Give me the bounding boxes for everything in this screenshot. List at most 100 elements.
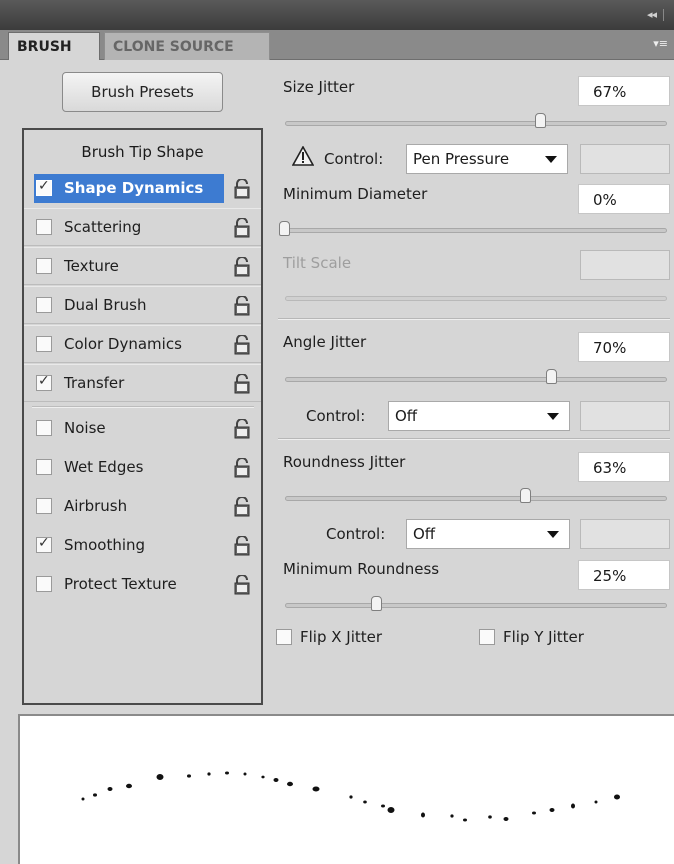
minimum-diameter-slider-thumb[interactable] xyxy=(279,221,290,236)
angle-jitter-value[interactable]: 70% xyxy=(578,332,670,362)
lock-icon[interactable] xyxy=(233,418,251,439)
lock-icon[interactable] xyxy=(233,256,251,277)
lock-icon[interactable] xyxy=(233,217,251,238)
option-texture[interactable]: Texture xyxy=(24,247,261,285)
option-wet-edges[interactable]: Wet Edges xyxy=(24,449,261,487)
tab-bar: BRUSH CLONE SOURCE ▾≡ xyxy=(0,30,674,60)
brush-stroke-preview xyxy=(18,714,674,864)
section-divider xyxy=(278,318,670,320)
option-label: Scattering xyxy=(64,218,142,236)
option-label: Shape Dynamics xyxy=(64,179,204,197)
option-airbrush[interactable]: Airbrush xyxy=(24,488,261,526)
option-protect-texture[interactable]: Protect Texture xyxy=(24,566,261,604)
noise-checkbox[interactable] xyxy=(36,420,52,436)
option-color-dynamics[interactable]: Color Dynamics xyxy=(24,325,261,363)
warning-icon xyxy=(291,145,315,166)
size-control-label: Control: xyxy=(324,150,384,168)
minimum-diameter-label: Minimum Diameter xyxy=(283,185,428,203)
roundness-control-label: Control: xyxy=(326,525,386,543)
angle-control-extra-field xyxy=(580,401,670,431)
size-jitter-label: Size Jitter xyxy=(283,78,355,96)
wet-edges-checkbox[interactable] xyxy=(36,459,52,475)
flip-y-jitter-checkbox[interactable] xyxy=(479,629,495,645)
flip-x-jitter-checkbox[interactable] xyxy=(276,629,292,645)
texture-checkbox[interactable] xyxy=(36,258,52,274)
angle-jitter-slider[interactable] xyxy=(285,377,667,382)
option-label: Wet Edges xyxy=(64,458,144,476)
tab-clone-source[interactable]: CLONE SOURCE xyxy=(104,32,270,60)
angle-jitter-slider-thumb[interactable] xyxy=(546,369,557,384)
roundness-jitter-label: Roundness Jitter xyxy=(283,453,406,471)
roundness-control-extra-field xyxy=(580,519,670,549)
minimum-roundness-label: Minimum Roundness xyxy=(283,560,440,578)
option-label: Color Dynamics xyxy=(64,335,182,353)
lock-icon[interactable] xyxy=(233,535,251,556)
option-dual-brush[interactable]: Dual Brush xyxy=(24,286,261,324)
option-label: Texture xyxy=(64,257,119,275)
panel-titlebar: ◂◂ xyxy=(0,0,674,30)
tilt-scale-label: Tilt Scale xyxy=(283,254,352,272)
angle-jitter-label: Angle Jitter xyxy=(283,333,367,351)
transfer-checkbox[interactable]: ✓ xyxy=(36,373,52,391)
lock-icon[interactable] xyxy=(233,574,251,595)
lock-icon[interactable] xyxy=(233,373,251,394)
option-label: Noise xyxy=(64,419,106,437)
panel-menu-icon[interactable]: ▾≡ xyxy=(653,37,668,50)
option-transfer[interactable]: ✓ Transfer xyxy=(24,364,261,402)
size-control-select[interactable]: Pen Pressure xyxy=(406,144,568,174)
minimum-roundness-value[interactable]: 25% xyxy=(578,560,670,590)
color-dynamics-checkbox[interactable] xyxy=(36,336,52,352)
roundness-jitter-value[interactable]: 63% xyxy=(578,452,670,482)
option-smoothing[interactable]: ✓ Smoothing xyxy=(24,527,261,565)
option-scattering[interactable]: Scattering xyxy=(24,208,261,246)
chevron-down-icon xyxy=(547,531,559,538)
size-jitter-slider-thumb[interactable] xyxy=(535,113,546,128)
size-jitter-value[interactable]: 67% xyxy=(578,76,670,106)
angle-control-select[interactable]: Off xyxy=(388,401,570,431)
brush-presets-button[interactable]: Brush Presets xyxy=(62,72,223,112)
brush-options-list: Brush Tip Shape ✓ Shape Dynamics Scatter… xyxy=(22,128,263,705)
shape-dynamics-checkbox[interactable]: ✓ xyxy=(36,178,52,196)
roundness-control-select[interactable]: Off xyxy=(406,519,570,549)
titlebar-divider xyxy=(663,9,664,21)
size-jitter-slider[interactable] xyxy=(285,121,667,126)
collapse-icon[interactable]: ◂◂ xyxy=(647,8,657,21)
roundness-jitter-slider[interactable] xyxy=(285,496,667,501)
lock-icon[interactable] xyxy=(233,496,251,517)
group-divider xyxy=(32,406,254,408)
minimum-diameter-slider[interactable] xyxy=(285,228,667,233)
minimum-roundness-slider[interactable] xyxy=(285,603,667,608)
chevron-down-icon xyxy=(545,156,557,163)
stroke-preview-graphic xyxy=(81,771,620,822)
protect-texture-checkbox[interactable] xyxy=(36,576,52,592)
brush-tip-shape-item[interactable]: Brush Tip Shape xyxy=(24,134,261,170)
chevron-down-icon xyxy=(547,413,559,420)
flip-y-jitter-label: Flip Y Jitter xyxy=(503,628,584,646)
airbrush-checkbox[interactable] xyxy=(36,498,52,514)
section-divider xyxy=(278,438,670,440)
lock-icon[interactable] xyxy=(233,334,251,355)
roundness-jitter-slider-thumb[interactable] xyxy=(520,488,531,503)
smoothing-checkbox[interactable]: ✓ xyxy=(36,535,52,553)
option-label: Smoothing xyxy=(64,536,146,554)
option-label: Airbrush xyxy=(64,497,128,515)
angle-control-label: Control: xyxy=(306,407,366,425)
option-label: Dual Brush xyxy=(64,296,147,314)
dual-brush-checkbox[interactable] xyxy=(36,297,52,313)
tilt-scale-value xyxy=(580,250,670,280)
roundness-control-value: Off xyxy=(413,525,436,543)
lock-icon[interactable] xyxy=(233,178,251,199)
lock-icon[interactable] xyxy=(233,457,251,478)
lock-icon[interactable] xyxy=(233,295,251,316)
option-noise[interactable]: Noise xyxy=(24,410,261,448)
minimum-diameter-value[interactable]: 0% xyxy=(578,184,670,214)
flip-x-jitter-label: Flip X Jitter xyxy=(300,628,383,646)
minimum-roundness-slider-thumb[interactable] xyxy=(371,596,382,611)
option-label: Protect Texture xyxy=(64,575,177,593)
option-label: Transfer xyxy=(64,374,125,392)
option-shape-dynamics[interactable]: ✓ Shape Dynamics xyxy=(24,170,261,208)
scattering-checkbox[interactable] xyxy=(36,219,52,235)
tilt-scale-slider xyxy=(285,296,667,301)
tab-brush[interactable]: BRUSH xyxy=(8,32,100,60)
size-control-value: Pen Pressure xyxy=(413,150,510,168)
